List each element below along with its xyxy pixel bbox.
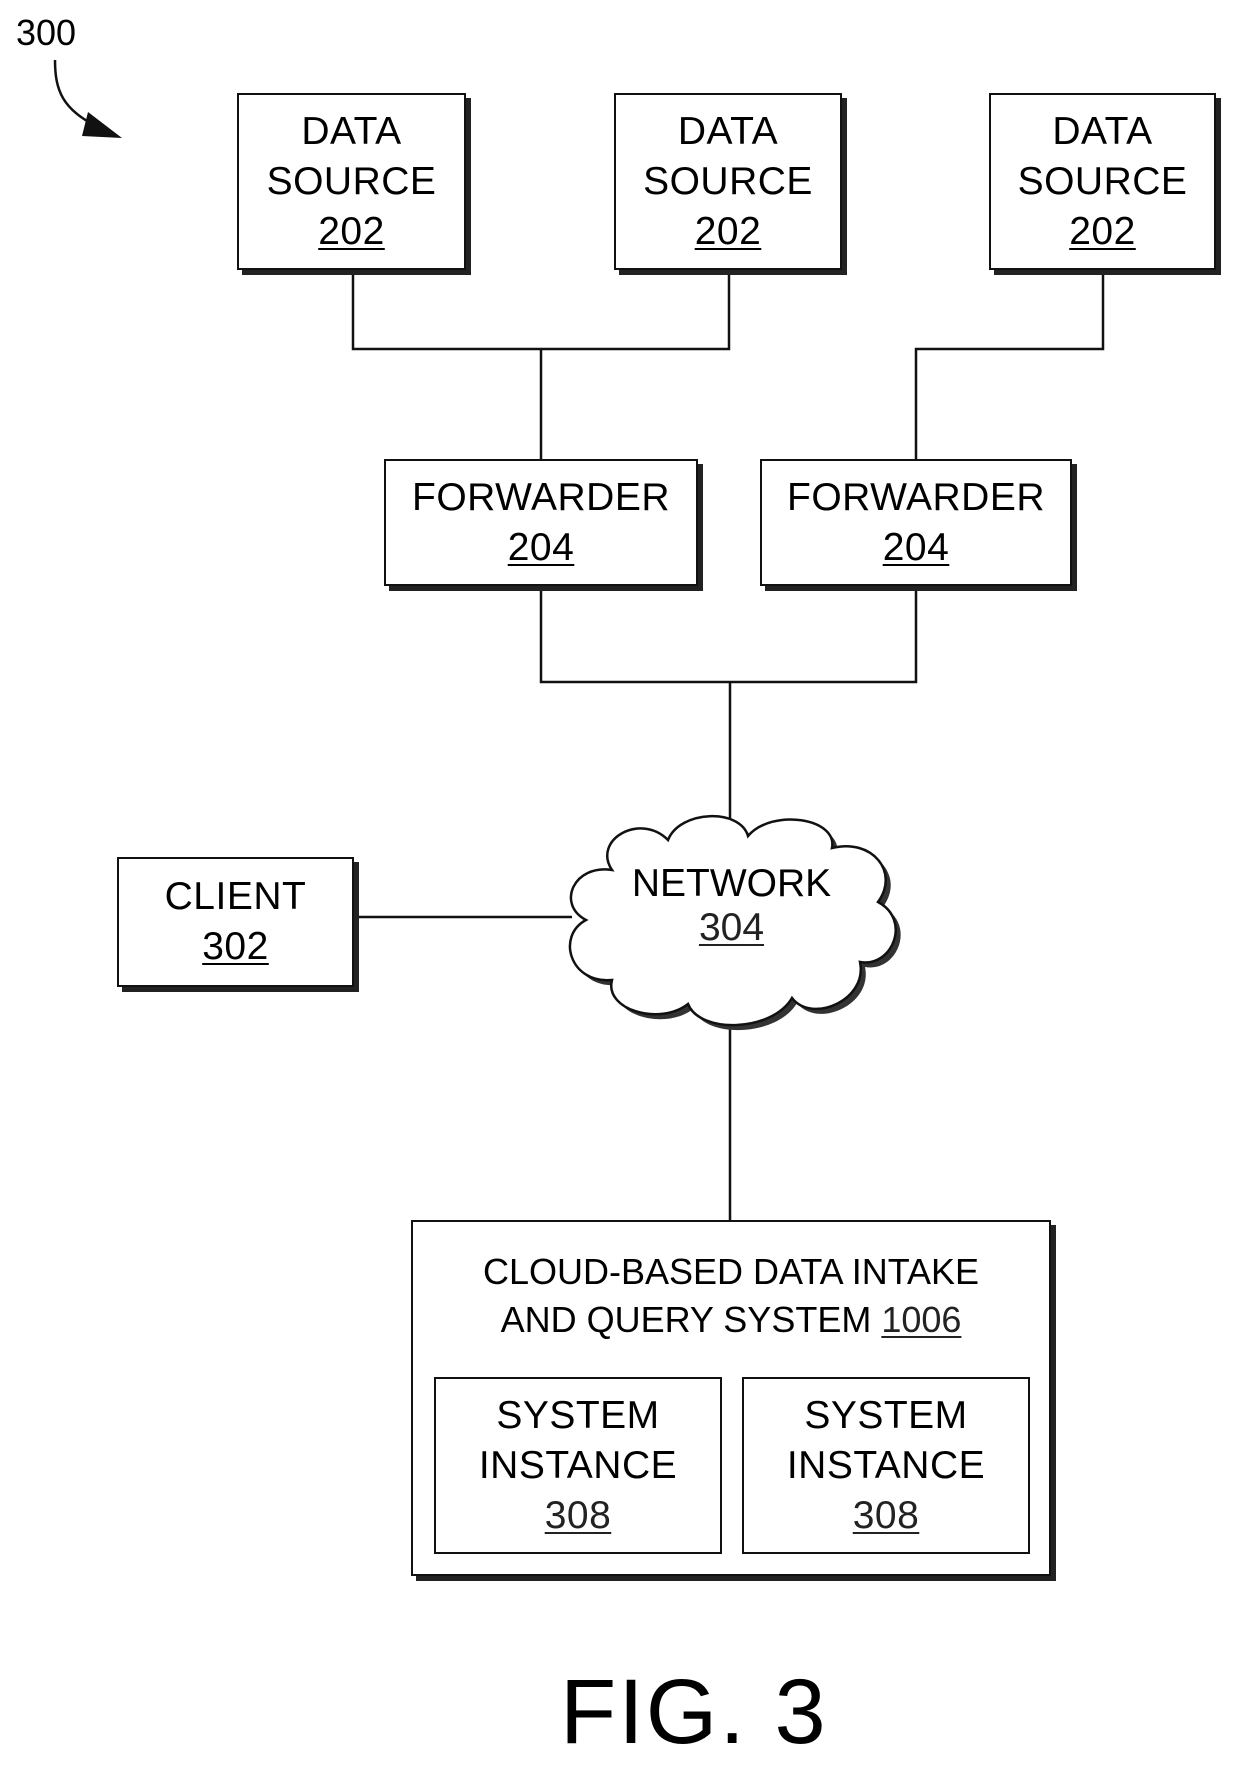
cloud-system-title-line1: CLOUD-BASED DATA INTAKE: [482, 1251, 980, 1292]
data-source-ref: 202: [1069, 209, 1136, 253]
client-box: CLIENT 302: [117, 857, 354, 987]
system-instance-line1: SYSTEM: [496, 1393, 660, 1437]
system-instance-box: SYSTEM INSTANCE 308: [742, 1377, 1030, 1554]
client-label: CLIENT: [164, 875, 307, 918]
data-source-box: DATA SOURCE 202: [237, 93, 466, 270]
network-label: NETWORK: [631, 862, 832, 905]
cloud-system-title: CLOUD-BASED DATA INTAKE AND QUERY SYSTEM…: [411, 1248, 1051, 1344]
network-ref: 304: [698, 906, 765, 949]
system-instance-line2: INSTANCE: [478, 1443, 678, 1487]
system-instance-ref: 308: [852, 1493, 920, 1537]
data-source-label-line1: DATA: [301, 109, 402, 153]
system-instance-line2: INSTANCE: [786, 1443, 986, 1487]
connector-fw-junction: [539, 586, 918, 684]
forwarder-box: FORWARDER 204: [384, 459, 698, 586]
system-instance-ref: 308: [544, 1493, 612, 1537]
data-source-label-line2: SOURCE: [1017, 159, 1188, 203]
data-source-label-line2: SOURCE: [643, 159, 813, 203]
forwarder-label: FORWARDER: [787, 475, 1045, 519]
cloud-system-title-line2: AND QUERY SYSTEM: [500, 1299, 872, 1340]
cloud-system-ref: 1006: [881, 1299, 962, 1340]
forwarder-ref: 204: [507, 525, 575, 569]
system-instance-line1: SYSTEM: [804, 1393, 968, 1437]
forwarder-box: FORWARDER 204: [760, 459, 1072, 586]
data-source-label-line1: DATA: [677, 109, 779, 153]
figure-reference-number: 300: [16, 12, 77, 53]
data-source-box: DATA SOURCE 202: [614, 93, 842, 270]
connector-ds1-fw1: [351, 270, 731, 351]
client-ref: 302: [202, 925, 269, 968]
data-source-label-line1: DATA: [1052, 109, 1153, 153]
forwarder-ref: 204: [882, 525, 950, 569]
figure-caption: FIG. 3: [560, 1661, 828, 1763]
arrow-head-icon: [82, 112, 122, 138]
data-source-ref: 202: [694, 209, 762, 253]
data-source-label-line2: SOURCE: [266, 159, 437, 203]
data-source-ref: 202: [318, 209, 385, 253]
network-label-group: NETWORK 304: [565, 862, 898, 950]
forwarder-label: FORWARDER: [412, 475, 670, 519]
system-instance-box: SYSTEM INSTANCE 308: [434, 1377, 722, 1554]
connector-ds3-fw2: [914, 270, 1105, 459]
data-source-box: DATA SOURCE 202: [989, 93, 1216, 270]
